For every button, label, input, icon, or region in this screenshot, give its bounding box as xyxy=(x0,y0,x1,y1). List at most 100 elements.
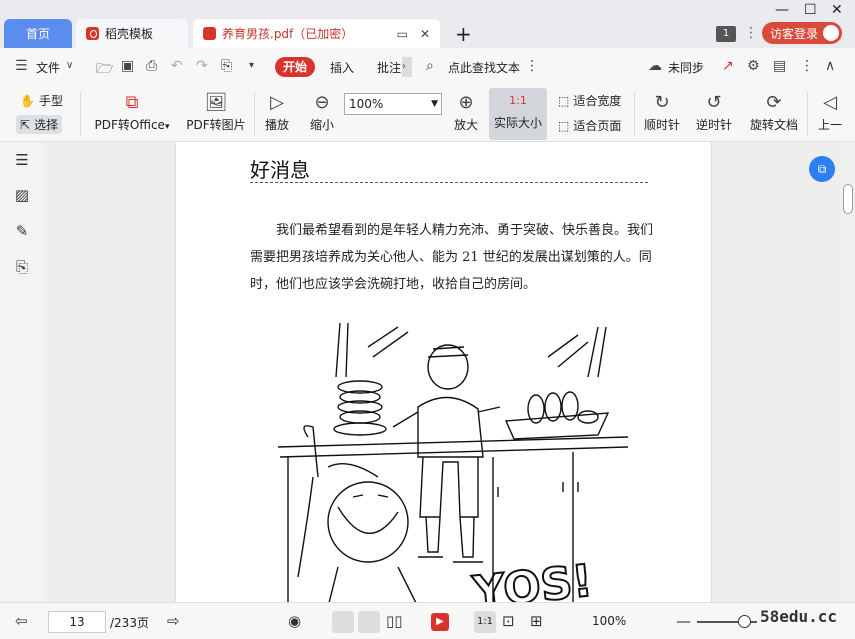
sync-status[interactable]: 未同步 xyxy=(668,59,704,76)
add-tab-icon[interactable]: + xyxy=(455,22,472,46)
outline-icon[interactable]: ☰ xyxy=(13,151,31,169)
share-icon[interactable]: ↗ xyxy=(722,58,734,74)
window-mode-icon[interactable]: ▭ xyxy=(397,27,408,41)
tab-insert[interactable]: 插入 xyxy=(330,59,354,76)
redo-icon[interactable]: ↷ xyxy=(196,58,208,74)
visitor-login-button[interactable]: 访客登录 xyxy=(762,22,842,44)
close-window-icon[interactable]: ✕ xyxy=(831,2,843,18)
chevron-right-icon[interactable]: › xyxy=(402,57,412,77)
previous-page-icon[interactable]: ⇦ xyxy=(15,612,28,630)
zoom-in-label: 放大 xyxy=(453,118,478,132)
maximize-icon[interactable]: ☐ xyxy=(804,2,817,18)
tab-document[interactable]: 养育男孩.pdf（已加密） ▭ ✕ xyxy=(193,19,440,48)
settings-gear-icon[interactable]: ⚙ xyxy=(747,58,760,74)
menu-row: ☰ 文件 ∨ 🗁 ▣ ⎙ ↶ ↷ ⎘ ▾ 开始 插入 批注 › ⌕ 点此查找文本… xyxy=(0,48,855,86)
tab-template-label: 稻壳模板 xyxy=(105,27,154,41)
pdf-word-icon: ⧉ xyxy=(125,92,139,113)
left-sidebar: ☰ ▨ ✎ ⎘ xyxy=(0,142,44,602)
play-button[interactable]: ▷ 播放 xyxy=(262,90,292,133)
rotate-ccw-icon: ↺ xyxy=(706,92,722,113)
floating-tool-icon[interactable]: ⧉ xyxy=(809,156,835,182)
more-dropdown-icon[interactable]: ▾ xyxy=(249,60,254,71)
collapse-ribbon-icon[interactable]: ∧ xyxy=(825,58,835,74)
single-page-view-icon[interactable] xyxy=(332,611,354,633)
cursor-icon: ⇱ xyxy=(20,117,31,132)
actual-size-icon: 1:1 xyxy=(509,94,527,107)
minimize-icon[interactable]: — xyxy=(775,2,789,18)
presentation-play-icon[interactable]: ▶ xyxy=(431,613,449,631)
tab-home[interactable]: 首页 xyxy=(4,19,72,48)
undo-icon[interactable]: ↶ xyxy=(171,58,183,74)
title-divider xyxy=(250,182,648,183)
scrollbar-thumb[interactable] xyxy=(843,184,853,214)
watermark: 58edu.cc xyxy=(760,607,838,626)
double-page-view-icon[interactable]: ▯▯ xyxy=(386,612,403,630)
fit-page-icon: ⬚ xyxy=(558,118,570,133)
tab-start[interactable]: 开始 xyxy=(275,57,315,77)
file-menu[interactable]: 文件 xyxy=(36,59,60,76)
ribbon-toolbar: ✋ 手型 ⇱ 选择 ⧉ PDF转Office▾ 🖼 PDF转图片 ▷ 播放 ⊖ … xyxy=(0,86,855,142)
cloud-sync-icon[interactable]: ☁ xyxy=(648,58,662,74)
document-viewport[interactable]: 好消息 我们最希望看到的是年轻人精力充沛、勇于突破、快乐善良。我们需要把男孩培养… xyxy=(44,142,840,602)
zoom-in-icon: ⊕ xyxy=(458,92,474,113)
pdf-to-office-button[interactable]: ⧉ PDF转Office▾ xyxy=(92,90,172,133)
hand-tool-button[interactable]: ✋ 手型 xyxy=(20,92,63,109)
fit-width-icon: ⬚ xyxy=(558,93,570,108)
select-tool-button[interactable]: ⇱ 选择 xyxy=(16,115,63,134)
export-icon[interactable]: ⎘ xyxy=(221,58,232,74)
save-icon[interactable]: ▣ xyxy=(121,58,134,74)
boy-washing-dishes-illustration: YOS! xyxy=(277,322,629,602)
zoom-in-button[interactable]: ⊕ 放大 xyxy=(450,90,482,133)
comment-icon[interactable]: ▤ xyxy=(773,58,786,74)
more-menu-icon[interactable]: ⋮ xyxy=(744,25,758,41)
rotate-counterclockwise-button[interactable]: ↺ 逆时针 xyxy=(694,90,734,133)
total-pages: /233页 xyxy=(110,616,149,630)
search-text-button[interactable]: 点此查找文本 xyxy=(448,59,520,76)
rotate-document-button[interactable]: ⟳ 旋转文档 xyxy=(747,90,801,133)
search-icon[interactable]: ⌕ xyxy=(426,58,434,74)
divider xyxy=(254,92,255,136)
rotate-clockwise-button[interactable]: ↻ 顺时针 xyxy=(642,90,682,133)
signature-icon[interactable]: ⎘ xyxy=(13,258,31,276)
zoom-out-button[interactable]: ⊖ 缩小 xyxy=(306,90,338,133)
tab-annotate[interactable]: 批注 xyxy=(377,59,401,76)
select-label: 选择 xyxy=(34,118,59,132)
eye-protection-icon[interactable]: ◉ xyxy=(288,612,301,630)
fit-width-status-icon[interactable]: ⊞ xyxy=(530,612,543,630)
pdf-page: 好消息 我们最希望看到的是年轻人精力充沛、勇于突破、快乐善良。我们需要把男孩培养… xyxy=(176,142,711,602)
next-page-icon[interactable]: ⇨ xyxy=(167,612,180,630)
thumbnail-icon[interactable]: ▨ xyxy=(13,186,31,204)
more-menu-icon-2[interactable]: ⋮ xyxy=(800,58,814,74)
pdf-to-image-button[interactable]: 🖼 PDF转图片 xyxy=(184,90,248,133)
divider xyxy=(80,92,81,136)
continuous-view-icon[interactable] xyxy=(358,611,380,633)
print-icon[interactable]: ⎙ xyxy=(146,58,157,74)
zoom-select[interactable]: 100% ▼ xyxy=(344,93,442,115)
more-options-icon[interactable]: ⋮ xyxy=(525,58,539,74)
zoom-out-icon: ⊖ xyxy=(314,92,330,113)
page-number-input[interactable]: 13 xyxy=(48,611,106,633)
annotation-pen-icon[interactable]: ✎ xyxy=(13,222,31,240)
actual-size-status-icon[interactable]: 1:1 xyxy=(474,611,496,633)
fit-page-status-icon[interactable]: ⊡ xyxy=(502,612,515,630)
zoom-slider-handle[interactable] xyxy=(738,615,751,628)
open-folder-icon[interactable]: 🗁 xyxy=(96,58,113,82)
tab-document-label: 养育男孩.pdf（已加密） xyxy=(222,27,354,41)
tab-template[interactable]: 稻壳模板 xyxy=(76,19,188,48)
image-convert-icon: 🖼 xyxy=(204,92,228,113)
chevron-down-icon[interactable]: ∨ xyxy=(66,60,73,71)
hand-icon: ✋ xyxy=(20,93,35,108)
fit-width-button[interactable]: ⬚ 适合宽度 xyxy=(558,92,621,109)
zoom-out-status-icon[interactable]: — xyxy=(676,612,691,630)
close-tab-icon[interactable]: ✕ xyxy=(420,27,430,41)
play-label: 播放 xyxy=(264,118,289,132)
vertical-scrollbar[interactable] xyxy=(840,142,855,602)
prev-page-icon: ◁ xyxy=(823,92,837,113)
prev-page-button[interactable]: ◁ 上一 xyxy=(815,90,845,133)
actual-size-button[interactable]: 1:1 实际大小 xyxy=(489,88,547,140)
hamburger-icon[interactable]: ☰ xyxy=(15,58,28,74)
window-count-badge[interactable]: 1 xyxy=(716,26,736,42)
page-title: 好消息 xyxy=(250,158,310,182)
fit-page-button[interactable]: ⬚ 适合页面 xyxy=(558,117,621,134)
avatar xyxy=(823,25,839,41)
